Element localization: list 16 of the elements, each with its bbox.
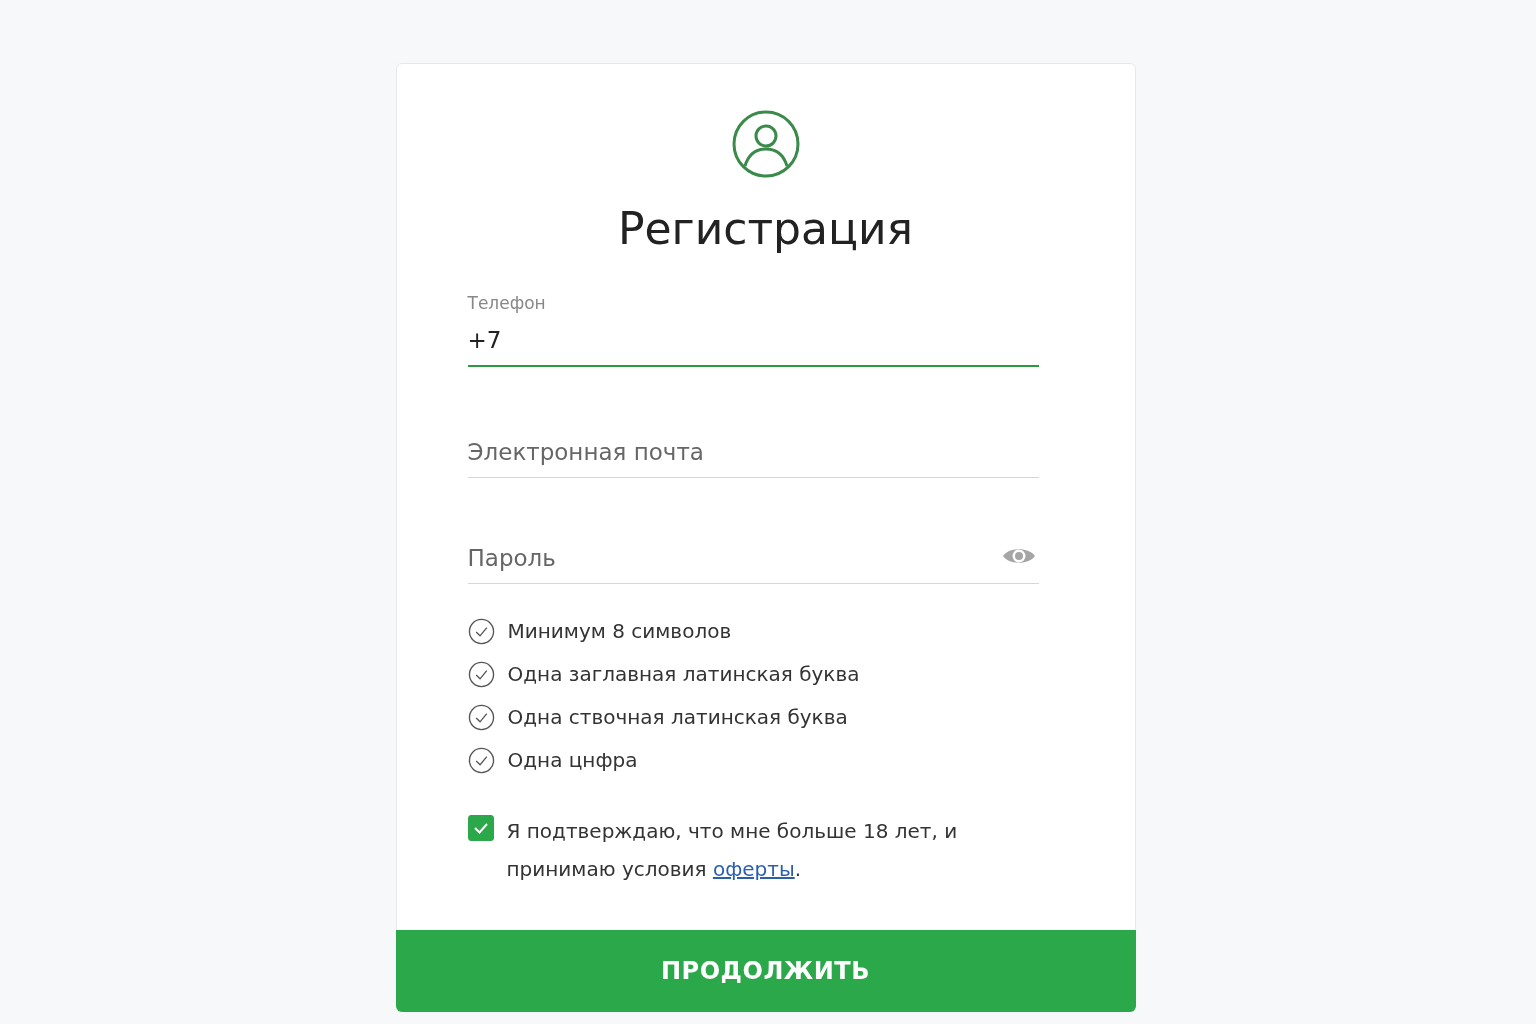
requirement-text: Минимум 8 символов xyxy=(507,619,732,643)
requirement-text: Одна заглавная латинская буква xyxy=(507,662,860,686)
check-circle-icon xyxy=(467,660,495,688)
input-field[interactable]: Электронная почта xyxy=(467,439,1039,478)
checkbox[interactable] xyxy=(467,815,494,841)
user-icon xyxy=(730,109,801,179)
check-circle-icon xyxy=(467,746,495,774)
input-field[interactable]: +7 xyxy=(467,327,1039,367)
field-label: Телефон xyxy=(467,293,547,313)
check-circle-icon xyxy=(467,703,495,731)
consent-text: Я подтверждаю, что мне больше 18 лет, и принимаю условия оферты. xyxy=(506,818,959,883)
page-title: Регистрация xyxy=(617,202,913,256)
check-circle-icon xyxy=(467,617,495,645)
requirement-text: Одна cтвочная латинская буква xyxy=(507,705,848,729)
offer-link[interactable]: оферты xyxy=(712,857,795,881)
requirement-text: Одна цнфра xyxy=(507,748,638,772)
